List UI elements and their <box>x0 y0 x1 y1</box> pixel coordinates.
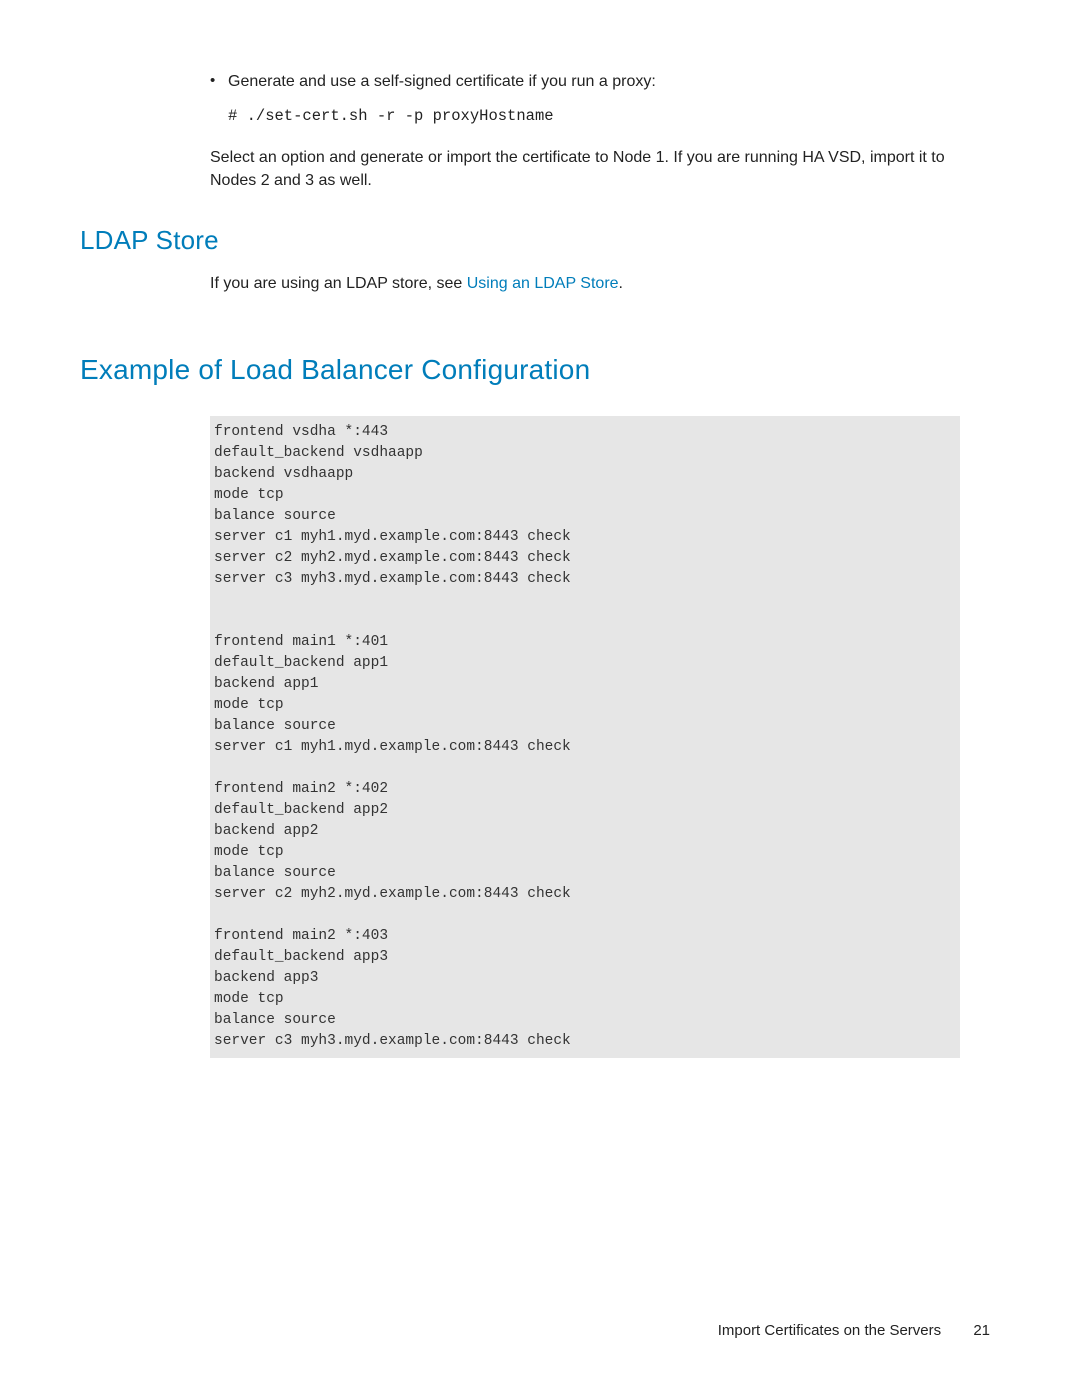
ldap-text-prefix: If you are using an LDAP store, see <box>210 275 467 292</box>
ldap-body: If you are using an LDAP store, see Usin… <box>210 272 990 295</box>
heading-ldap-store: LDAP Store <box>80 222 990 260</box>
bullet-text: Generate and use a self-signed certifica… <box>228 70 990 93</box>
paragraph-select-option: Select an option and generate or import … <box>210 146 990 192</box>
ldap-link[interactable]: Using an LDAP Store <box>467 275 619 292</box>
footer-section-title: Import Certificates on the Servers <box>718 1322 941 1339</box>
page: • Generate and use a self-signed certifi… <box>0 0 1080 1397</box>
footer-page-number: 21 <box>973 1320 990 1342</box>
command-line: # ./set-cert.sh -r -p proxyHostname <box>228 105 990 127</box>
page-footer: Import Certificates on the Servers 21 <box>718 1320 990 1342</box>
heading-load-balancer: Example of Load Balancer Configuration <box>80 350 990 391</box>
ldap-paragraph: If you are using an LDAP store, see Usin… <box>210 272 990 295</box>
bullet-dot-icon: • <box>210 70 228 93</box>
body-column: • Generate and use a self-signed certifi… <box>210 70 990 192</box>
bullet-item: • Generate and use a self-signed certifi… <box>210 70 990 93</box>
code-block-lb-config: frontend vsdha *:443 default_backend vsd… <box>210 416 960 1058</box>
ldap-text-suffix: . <box>619 275 623 292</box>
